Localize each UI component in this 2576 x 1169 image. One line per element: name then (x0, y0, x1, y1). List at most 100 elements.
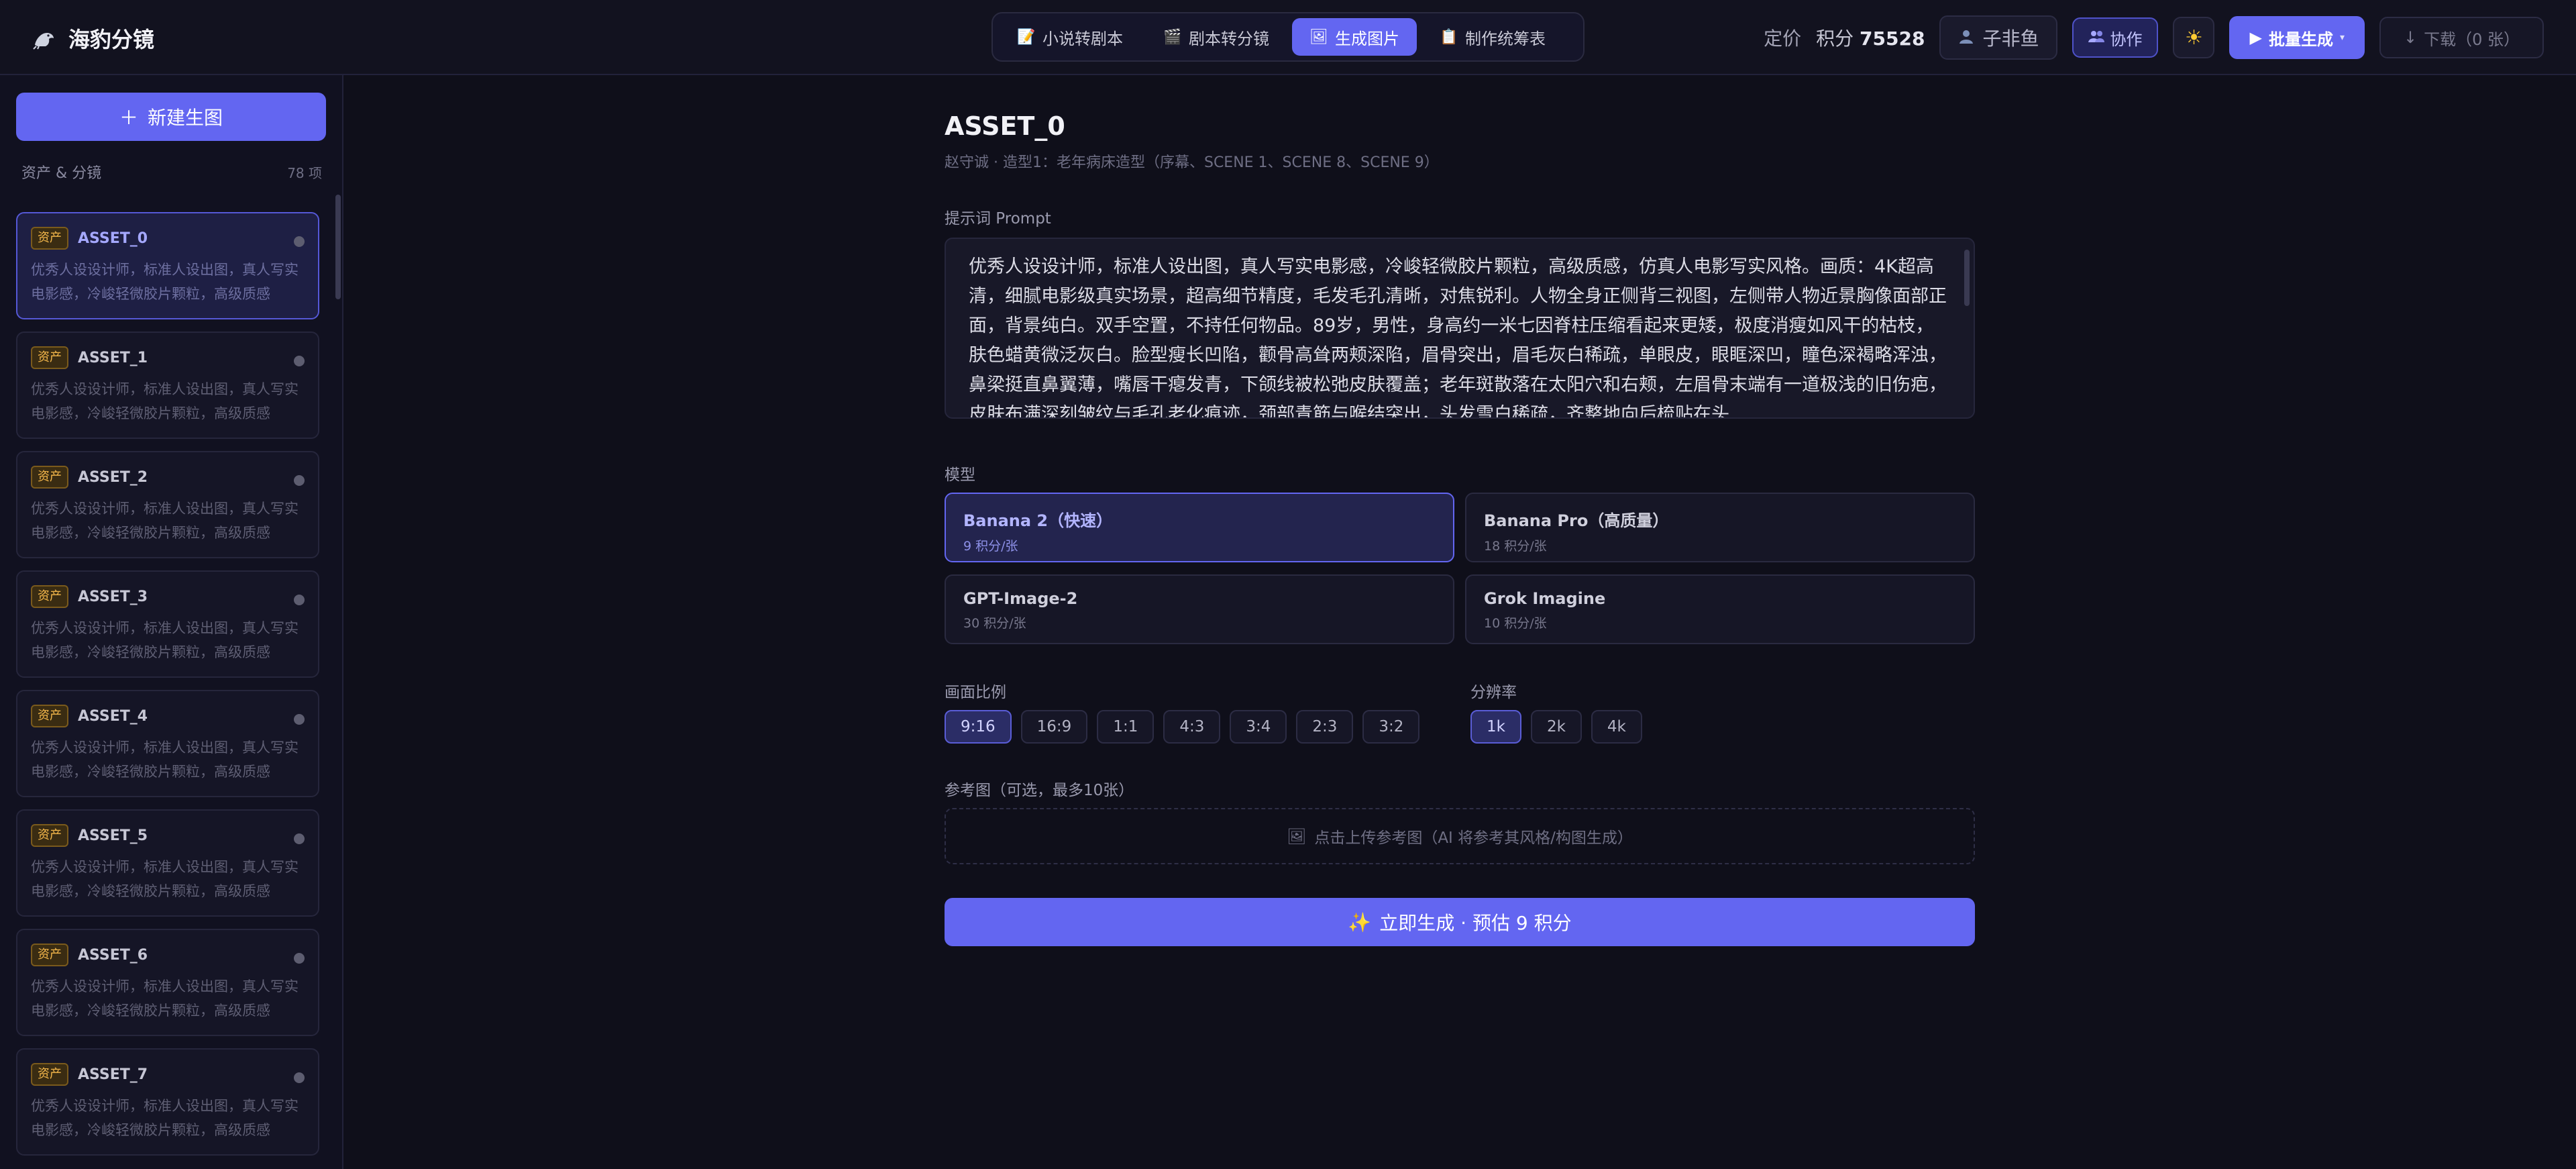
page-subtitle: 赵守诚 · 造型1：老年病床造型（序幕、SCENE 1、SCENE 8、SCEN… (945, 154, 1439, 171)
batch-generate-button[interactable]: ▶ 批量生成 ▾ (2229, 16, 2365, 59)
download-button[interactable]: ↓ 下载（0 张） (2379, 17, 2544, 58)
model-price: 30 积分/张 (963, 616, 1026, 631)
asset-name: ASSET_4 (78, 707, 148, 725)
asset-name: ASSET_7 (78, 1066, 148, 1083)
tab-label: 生成图片 (1335, 29, 1399, 48)
status-dot (294, 236, 305, 247)
theme-toggle-button[interactable]: ☀ (2173, 17, 2215, 58)
model-name: Grok Imagine (1484, 589, 1606, 608)
credits-label: 积分 (1816, 28, 1854, 50)
asset-card[interactable]: 资产 ASSET_3 优秀人设设计师，标准人设出图，真人写实电影感，冷峻轻微胶片颗… (16, 570, 319, 678)
chevron-down-icon: ▾ (2339, 32, 2345, 43)
image-icon: 🖼 (1287, 827, 1307, 846)
pricing-link[interactable]: 定价 (1764, 24, 1801, 51)
clipboard-icon: 📋 (1440, 28, 1458, 46)
asset-description: 优秀人设设计师，标准人设出图，真人写实电影感，冷峻轻微胶片颗粒，高级质感 (31, 859, 299, 899)
asset-badge: 资产 (31, 585, 68, 608)
main-nav: 📝 小说转剧本 🎬 剧本转分镜 🖼 生成图片 📋 制作统筹表 (991, 12, 1585, 62)
asset-card[interactable]: 资产 ASSET_7 优秀人设设计师，标准人设出图，真人写实电影感，冷峻轻微胶片颗… (16, 1048, 319, 1156)
ratio-option[interactable]: 9:16 (945, 710, 1012, 744)
sparkle-icon: ✨ (1348, 911, 1372, 933)
status-dot (294, 356, 305, 366)
asset-card[interactable]: 资产 ASSET_6 优秀人设设计师，标准人设出图，真人写实电影感，冷峻轻微胶片颗… (16, 929, 319, 1036)
asset-name: ASSET_2 (78, 468, 148, 486)
model-label: 模型 (945, 466, 975, 484)
new-image-label: 新建生图 (148, 107, 223, 129)
brand[interactable]: 海豹分镜 (32, 23, 154, 54)
collab-button[interactable]: 协作 (2072, 17, 2159, 58)
collab-label: 协作 (2110, 30, 2143, 49)
sidebar: ＋ 新建生图 资产 & 分镜 78 项 资产 ASSET_0 优秀人设设计师，标准… (0, 75, 343, 1169)
asset-card[interactable]: 资产 ASSET_0 优秀人设设计师，标准人设出图，真人写实电影感，冷峻轻微胶片颗… (16, 212, 319, 319)
plus-icon: ＋ (119, 107, 138, 129)
model-name: Banana Pro（高质量） (1484, 511, 1669, 530)
generate-button[interactable]: ✨ 立即生成 · 预估 9 积分 (945, 898, 1975, 946)
asset-description: 优秀人设设计师，标准人设出图，真人写实电影感，冷峻轻微胶片颗粒，高级质感 (31, 620, 299, 660)
asset-badge: 资产 (31, 466, 68, 489)
resolution-option[interactable]: 2k (1530, 710, 1582, 744)
user-button[interactable]: 子非鱼 (1939, 15, 2058, 60)
tab-production-schedule[interactable]: 📋 制作统筹表 (1422, 18, 1563, 56)
status-dot (294, 475, 305, 486)
download-label: 下载（0 张） (2424, 30, 2520, 49)
asset-badge: 资产 (31, 705, 68, 727)
asset-badge: 资产 (31, 346, 68, 369)
ratio-option[interactable]: 1:1 (1097, 710, 1155, 744)
asset-name: ASSET_6 (78, 946, 148, 964)
header-actions: 定价 积分 75528 子非鱼 协作 ☀ ▶ 批量生成 ▾ ↓ 下载（0 张） (1764, 15, 2544, 60)
prompt-textarea[interactable]: 优秀人设设计师，标准人设出图，真人写实电影感，冷峻轻微胶片颗粒，高级质感，仿真人… (945, 238, 1975, 419)
asset-badge: 资产 (31, 1063, 68, 1086)
model-name: Banana 2（快速） (963, 511, 1113, 530)
user-name: 子非鱼 (1982, 28, 2039, 50)
asset-card[interactable]: 资产 ASSET_4 优秀人设设计师，标准人设出图，真人写实电影感，冷峻轻微胶片颗… (16, 690, 319, 797)
image-icon: 🖼 (1309, 28, 1328, 46)
tab-generate-image[interactable]: 🖼 生成图片 (1292, 18, 1417, 56)
tab-novel-to-script[interactable]: 📝 小说转剧本 (1000, 18, 1140, 56)
batch-label: 批量生成 (2268, 30, 2333, 49)
sidebar-header: 资产 & 分镜 78 项 (21, 161, 322, 183)
reference-upload-dropzone[interactable]: 🖼 点击上传参考图（AI 将参考其风格/构图生成） (945, 808, 1975, 864)
ratio-option[interactable]: 3:2 (1362, 710, 1420, 744)
status-dot (294, 953, 305, 964)
asset-name: ASSET_5 (78, 827, 148, 844)
status-dot (294, 1072, 305, 1083)
status-dot (294, 833, 305, 844)
sidebar-scrollbar[interactable] (335, 195, 341, 299)
resolution-option[interactable]: 1k (1470, 710, 1521, 744)
model-option-grok-imagine[interactable]: Grok Imagine 10 积分/张 (1465, 574, 1975, 644)
model-option-gpt-image-2[interactable]: GPT-Image-2 30 积分/张 (945, 574, 1454, 644)
reference-label: 参考图（可选，最多10张） (945, 782, 1134, 799)
new-image-button[interactable]: ＋ 新建生图 (16, 93, 326, 141)
upload-text: 点击上传参考图（AI 将参考其风格/构图生成） (1314, 829, 1633, 847)
asset-description: 优秀人设设计师，标准人设出图，真人写实电影感，冷峻轻微胶片颗粒，高级质感 (31, 1098, 299, 1138)
asset-description: 优秀人设设计师，标准人设出图，真人写实电影感，冷峻轻微胶片颗粒，高级质感 (31, 381, 299, 421)
prompt-scrollbar[interactable] (1964, 250, 1970, 306)
model-price: 10 积分/张 (1484, 616, 1547, 631)
download-icon: ↓ (2403, 28, 2418, 47)
tab-label: 剧本转分镜 (1189, 29, 1269, 48)
page-title: ASSET_0 (945, 111, 1065, 141)
asset-card[interactable]: 资产 ASSET_1 优秀人设设计师，标准人设出图，真人写实电影感，冷峻轻微胶片颗… (16, 332, 319, 439)
model-option-banana-2[interactable]: Banana 2（快速） 9 积分/张 (945, 493, 1454, 562)
ratio-option[interactable]: 2:3 (1296, 710, 1354, 744)
asset-description: 优秀人设设计师，标准人设出图，真人写实电影感，冷峻轻微胶片颗粒，高级质感 (31, 501, 299, 541)
tab-script-to-storyboard[interactable]: 🎬 剧本转分镜 (1146, 18, 1287, 56)
ratio-option[interactable]: 16:9 (1020, 710, 1088, 744)
asset-badge: 资产 (31, 944, 68, 966)
resolution-option[interactable]: 4k (1591, 710, 1642, 744)
ratio-option[interactable]: 3:4 (1230, 710, 1287, 744)
asset-badge: 资产 (31, 227, 68, 250)
tab-label: 制作统筹表 (1465, 29, 1546, 48)
clapperboard-icon: 🎬 (1163, 28, 1182, 46)
asset-card[interactable]: 资产 ASSET_5 优秀人设设计师，标准人设出图，真人写实电影感，冷峻轻微胶片颗… (16, 809, 319, 917)
asset-name: ASSET_3 (78, 588, 148, 605)
ratio-option[interactable]: 4:3 (1163, 710, 1221, 744)
document-icon: 📝 (1017, 28, 1036, 46)
asset-name: ASSET_1 (78, 349, 148, 366)
credits-value: 75528 (1860, 28, 1925, 50)
generate-label: 立即生成 · 预估 9 积分 (1379, 912, 1572, 934)
asset-description: 优秀人设设计师，标准人设出图，真人写实电影感，冷峻轻微胶片颗粒，高级质感 (31, 740, 299, 780)
model-price: 9 积分/张 (963, 539, 1018, 554)
model-option-banana-pro[interactable]: Banana Pro（高质量） 18 积分/张 (1465, 493, 1975, 562)
asset-card[interactable]: 资产 ASSET_2 优秀人设设计师，标准人设出图，真人写实电影感，冷峻轻微胶片颗… (16, 451, 319, 558)
